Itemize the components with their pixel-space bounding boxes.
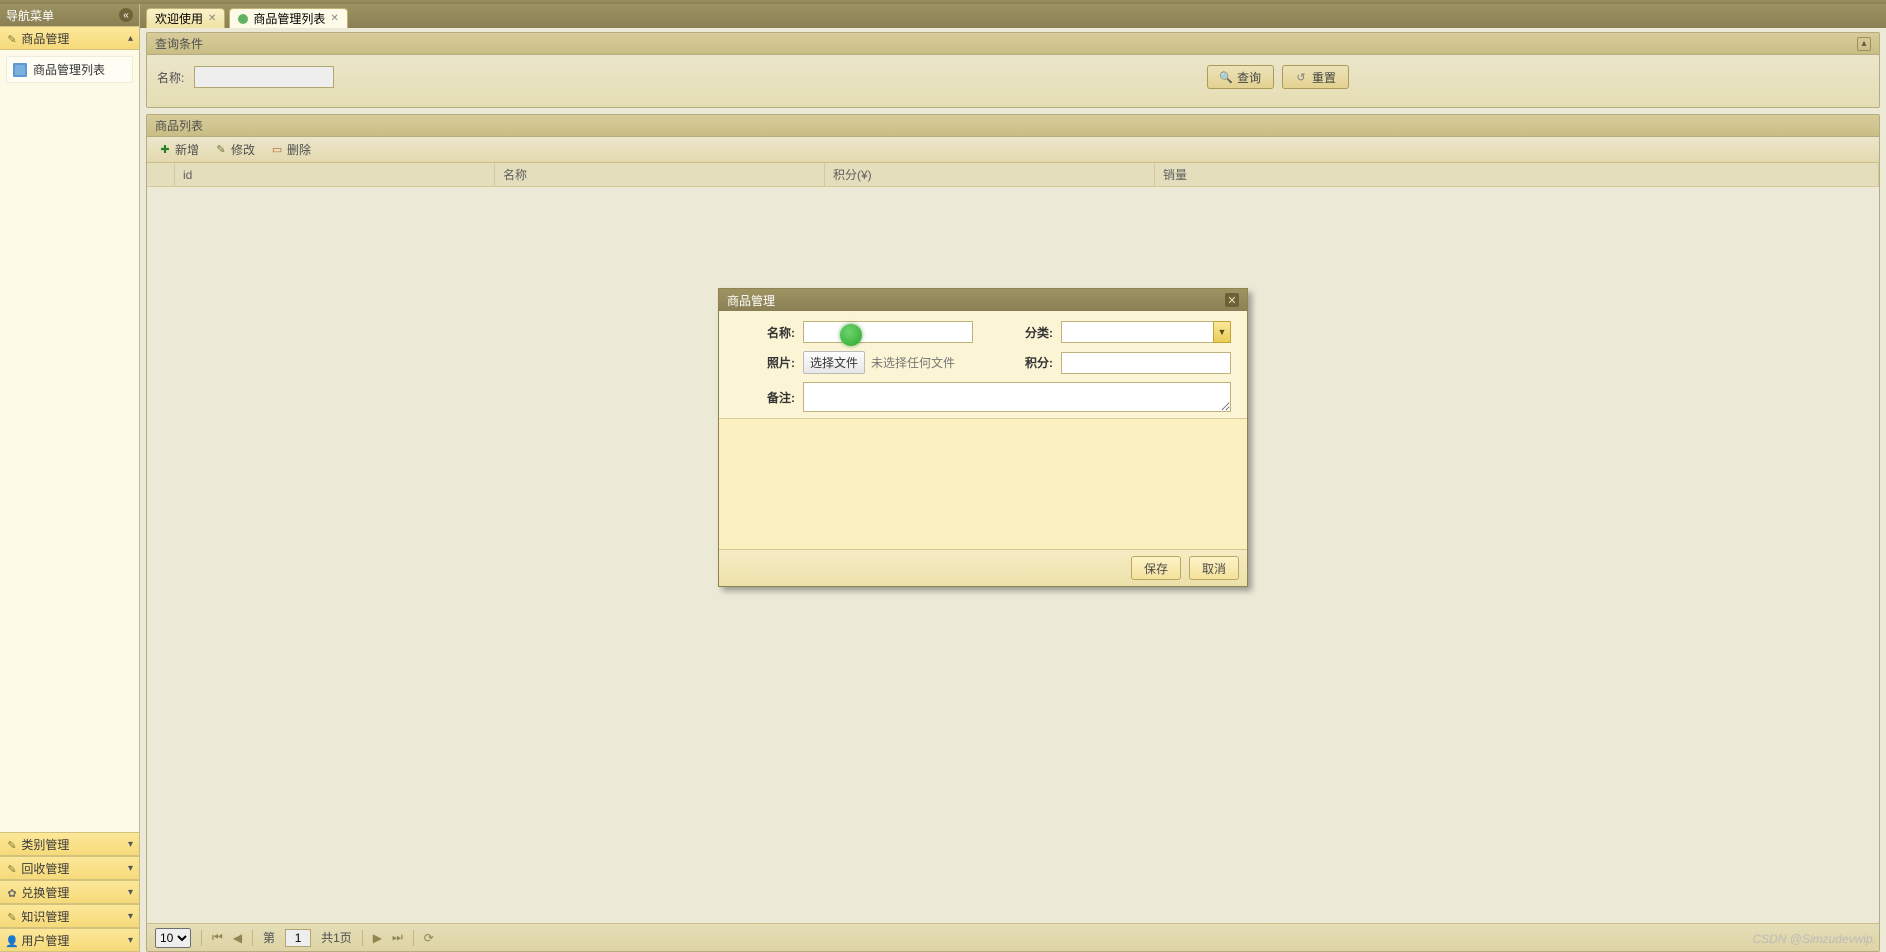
sidebar-item-product-list[interactable]: 商品管理列表 (6, 56, 133, 83)
sidebar-accordion: ✎ 商品管理 ▴ 商品管理列表 ✎ 类别管理 ▾ (0, 26, 139, 952)
tab-close-icon[interactable]: ✕ (208, 13, 216, 24)
sidebar-section-knowledge[interactable]: ✎ 知识管理 ▾ (0, 904, 139, 928)
combo-arrow-icon[interactable]: ▼ (1213, 321, 1231, 343)
modal-close-icon[interactable]: ✕ (1225, 293, 1239, 307)
modal-cancel-button[interactable]: 取消 (1189, 556, 1239, 580)
sidebar-section-users[interactable]: 👤 用户管理 ▾ (0, 928, 139, 952)
pencil-icon: ✎ (6, 863, 18, 875)
chevron-down-icon: ▾ (128, 863, 133, 874)
sidebar-section-label: 商品管理 (21, 32, 69, 46)
chevron-down-icon: ▾ (128, 887, 133, 898)
product-modal: 商品管理 ✕ 名称: 分类: ▼ 照片: 选择文件 (718, 288, 1248, 587)
main-area: 欢迎使用 ✕ 商品管理列表 ✕ 查询条件 ▴ 名称: (140, 4, 1886, 952)
sidebar-section-label: 知识管理 (21, 910, 69, 924)
tab-bar: 欢迎使用 ✕ 商品管理列表 ✕ (140, 4, 1886, 28)
watermark-text: CSDN @Simzudevwip. (1752, 932, 1876, 946)
modal-save-label: 保存 (1144, 560, 1168, 577)
document-icon (13, 63, 27, 77)
sidebar-item-label: 商品管理列表 (33, 61, 105, 78)
modal-body: 名称: 分类: ▼ 照片: 选择文件 未选择任何文件 积分: (719, 311, 1247, 419)
chevron-up-icon: ▴ (128, 33, 133, 44)
chevron-down-icon: ▾ (128, 839, 133, 850)
chevron-down-icon: ▾ (128, 911, 133, 922)
pencil-icon: ✎ (6, 911, 18, 923)
modal-name-input[interactable] (803, 321, 973, 343)
modal-category-input[interactable] (1061, 321, 1213, 343)
tab-product-list[interactable]: 商品管理列表 ✕ (229, 8, 347, 28)
gear-icon: ✿ (6, 887, 18, 899)
modal-cancel-label: 取消 (1202, 560, 1226, 577)
modal-category-label: 分类: (977, 324, 1057, 341)
file-hint: 未选择任何文件 (871, 354, 955, 371)
modal-header[interactable]: 商品管理 ✕ (719, 289, 1247, 311)
modal-points-input[interactable] (1061, 352, 1231, 374)
check-icon (238, 14, 248, 24)
sidebar-section-category[interactable]: ✎ 类别管理 ▾ (0, 832, 139, 856)
tab-label: 欢迎使用 (155, 10, 203, 27)
sidebar-section-label: 类别管理 (21, 838, 69, 852)
sidebar-section-recycle[interactable]: ✎ 回收管理 ▾ (0, 856, 139, 880)
modal-category-combo[interactable]: ▼ (1061, 321, 1231, 343)
sidebar-title: 导航菜单 (6, 7, 54, 24)
modal-save-button[interactable]: 保存 (1131, 556, 1181, 580)
sidebar-collapse-icon[interactable]: « (119, 8, 133, 22)
sidebar-section-exchange[interactable]: ✿ 兑换管理 ▾ (0, 880, 139, 904)
chevron-down-icon: ▾ (128, 935, 133, 946)
sidebar-titlebar: 导航菜单 « (0, 4, 139, 26)
sidebar: 导航菜单 « ✎ 商品管理 ▴ 商品管理列表 ✎ (0, 4, 140, 952)
modal-title: 商品管理 (727, 292, 775, 309)
tab-label: 商品管理列表 (253, 10, 325, 27)
modal-remark-input[interactable] (803, 382, 1231, 412)
tab-close-icon[interactable]: ✕ (330, 13, 338, 24)
file-choose-button[interactable]: 选择文件 (803, 351, 865, 374)
modal-photo-label: 照片: (729, 354, 799, 371)
modal-points-label: 积分: (977, 354, 1057, 371)
sidebar-section-label: 用户管理 (21, 934, 69, 948)
sidebar-section-body: 商品管理列表 (0, 50, 139, 832)
modal-file-picker: 选择文件 未选择任何文件 (803, 351, 973, 374)
sidebar-section-label: 回收管理 (21, 862, 69, 876)
sidebar-section-products[interactable]: ✎ 商品管理 ▴ (0, 26, 139, 50)
tab-welcome[interactable]: 欢迎使用 ✕ (146, 8, 225, 28)
modal-footer: 保存 取消 (719, 549, 1247, 586)
sidebar-section-label: 兑换管理 (21, 886, 69, 900)
modal-spacer (719, 419, 1247, 549)
pencil-icon: ✎ (6, 839, 18, 851)
modal-remark-label: 备注: (729, 389, 799, 406)
user-icon: 👤 (6, 935, 18, 947)
modal-name-label: 名称: (729, 324, 799, 341)
pencil-icon: ✎ (6, 33, 18, 45)
